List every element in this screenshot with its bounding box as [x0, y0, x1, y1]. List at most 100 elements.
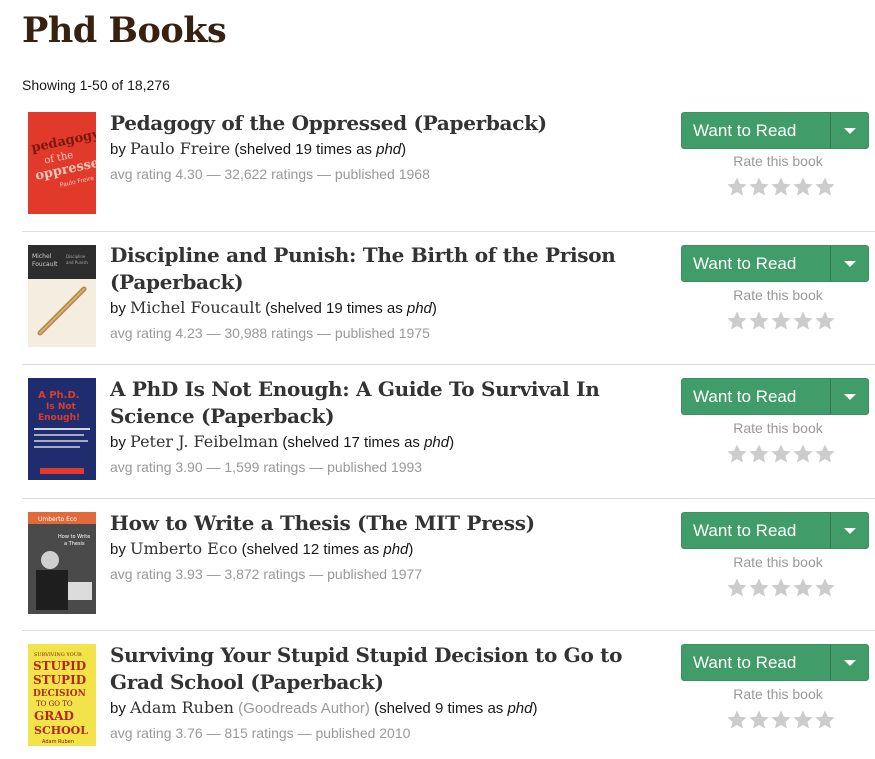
star-1-icon[interactable]	[726, 709, 748, 731]
shelved-end: )	[431, 300, 437, 317]
shelf-name: phd	[376, 141, 402, 158]
shelved-end: )	[408, 541, 414, 558]
shelf-dropdown-button[interactable]	[831, 246, 868, 281]
book-title-link[interactable]: A PhD Is Not Enough: A Guide To Survival…	[110, 376, 670, 430]
svg-text:TO GO TO: TO GO TO	[36, 700, 73, 708]
rating-meta: avg rating 3.76 — 815 ratings — publishe…	[110, 725, 411, 741]
rating-meta: avg rating 4.23 — 30,988 ratings — publi…	[110, 325, 430, 341]
svg-text:Enough!: Enough!	[38, 413, 80, 423]
author-link[interactable]: Umberto Eco	[130, 539, 237, 558]
want-to-read-button[interactable]: Want to Read	[681, 112, 869, 149]
book-cover[interactable]: Michel Foucault Discipline and Punish	[28, 245, 96, 347]
want-to-read-button[interactable]: Want to Read	[681, 644, 869, 681]
star-4-icon[interactable]	[792, 443, 814, 465]
by-label: by	[110, 434, 126, 451]
book-title-link[interactable]: How to Write a Thesis (The MIT Press)	[110, 510, 670, 537]
want-to-read-label[interactable]: Want to Read	[682, 246, 831, 281]
star-3-icon[interactable]	[770, 709, 792, 731]
star-4-icon[interactable]	[792, 577, 814, 599]
book-row: pedagogy of the oppressed Paulo Freire P…	[22, 110, 875, 232]
book-cover[interactable]: Umberto Eco How to Write a Thesis	[28, 512, 96, 614]
want-to-read-button[interactable]: Want to Read	[681, 512, 869, 549]
book-cover[interactable]: A Ph.D. Is Not Enough!	[28, 378, 96, 480]
star-5-icon[interactable]	[814, 443, 836, 465]
svg-text:a Thesis: a Thesis	[64, 541, 85, 547]
svg-text:STUPID: STUPID	[33, 659, 86, 673]
star-5-icon[interactable]	[814, 310, 836, 332]
star-2-icon[interactable]	[748, 310, 770, 332]
rate-this-book-label: Rate this book	[733, 153, 823, 169]
shelved-text: (shelved 19 times as	[234, 141, 377, 158]
svg-text:How to Write: How to Write	[58, 534, 90, 540]
shelf-name: phd	[406, 300, 432, 317]
shelved-text: (shelved 17 times as	[282, 434, 425, 451]
book-row: A Ph.D. Is Not Enough! A PhD Is Not Enou…	[22, 376, 875, 499]
want-to-read-label[interactable]: Want to Read	[682, 113, 831, 148]
star-rating[interactable]	[726, 443, 836, 465]
star-5-icon[interactable]	[814, 577, 836, 599]
star-2-icon[interactable]	[748, 443, 770, 465]
star-4-icon[interactable]	[792, 310, 814, 332]
want-to-read-button[interactable]: Want to Read	[681, 245, 869, 282]
star-rating[interactable]	[726, 577, 836, 599]
shelf-dropdown-button[interactable]	[831, 379, 868, 414]
rate-this-book-label: Rate this book	[733, 686, 823, 702]
star-1-icon[interactable]	[726, 176, 748, 198]
results-count: Showing 1-50 of 18,276	[22, 77, 170, 93]
svg-text:SURVIVING YOUR: SURVIVING YOUR	[34, 652, 82, 658]
star-3-icon[interactable]	[770, 577, 792, 599]
by-label: by	[110, 300, 126, 317]
star-1-icon[interactable]	[726, 310, 748, 332]
star-3-icon[interactable]	[770, 443, 792, 465]
star-rating[interactable]	[726, 709, 836, 731]
want-to-read-label[interactable]: Want to Read	[682, 645, 831, 680]
star-2-icon[interactable]	[748, 176, 770, 198]
star-3-icon[interactable]	[770, 310, 792, 332]
book-cover[interactable]: pedagogy of the oppressed Paulo Freire	[28, 112, 96, 214]
want-to-read-label[interactable]: Want to Read	[682, 379, 831, 414]
star-rating[interactable]	[726, 310, 836, 332]
rating-meta: avg rating 3.93 — 3,872 ratings — publis…	[110, 566, 423, 582]
author-link[interactable]: Peter J. Feibelman	[130, 432, 278, 451]
chevron-down-icon	[843, 393, 856, 400]
star-4-icon[interactable]	[792, 176, 814, 198]
book-cover[interactable]: SURVIVING YOUR STUPID STUPID DECISION TO…	[28, 644, 96, 746]
want-to-read-button[interactable]: Want to Read	[681, 378, 869, 415]
rate-this-book-label: Rate this book	[733, 420, 823, 436]
author-link[interactable]: Michel Foucault	[130, 298, 261, 317]
shelf-name: phd	[383, 541, 409, 558]
shelf-dropdown-button[interactable]	[831, 113, 868, 148]
author-line: by Umberto Eco (shelved 12 times as phd)	[110, 538, 670, 561]
svg-text:and Punish: and Punish	[66, 260, 88, 265]
svg-text:Michel: Michel	[32, 253, 52, 260]
svg-text:Foucault: Foucault	[32, 261, 58, 268]
star-2-icon[interactable]	[748, 577, 770, 599]
want-to-read-label[interactable]: Want to Read	[682, 513, 831, 548]
svg-text:Adam Ruben: Adam Ruben	[42, 739, 74, 745]
star-5-icon[interactable]	[814, 709, 836, 731]
shelved-text: (shelved 12 times as	[241, 541, 384, 558]
book-row: Umberto Eco How to Write a Thesis How to…	[22, 510, 875, 631]
author-link[interactable]: Paulo Freire	[130, 139, 230, 158]
shelf-dropdown-button[interactable]	[831, 513, 868, 548]
by-label: by	[110, 700, 126, 717]
book-title-link[interactable]: Surviving Your Stupid Stupid Decision to…	[110, 642, 670, 696]
by-label: by	[110, 541, 126, 558]
shelved-end: )	[401, 141, 407, 158]
book-title-link[interactable]: Discipline and Punish: The Birth of the …	[110, 242, 670, 296]
shelf-name: phd	[424, 434, 450, 451]
star-1-icon[interactable]	[726, 443, 748, 465]
svg-text:GRAD: GRAD	[34, 709, 74, 723]
author-link[interactable]: Adam Ruben	[130, 698, 234, 717]
star-5-icon[interactable]	[814, 176, 836, 198]
star-4-icon[interactable]	[792, 709, 814, 731]
svg-text:Discipline: Discipline	[66, 254, 86, 259]
svg-text:Umberto Eco: Umberto Eco	[38, 516, 77, 523]
star-rating[interactable]	[726, 176, 836, 198]
book-title-link[interactable]: Pedagogy of the Oppressed (Paperback)	[110, 110, 670, 137]
star-1-icon[interactable]	[726, 577, 748, 599]
shelf-dropdown-button[interactable]	[831, 645, 868, 680]
star-3-icon[interactable]	[770, 176, 792, 198]
rating-meta: avg rating 4.30 — 32,622 ratings — publi…	[110, 166, 430, 182]
star-2-icon[interactable]	[748, 709, 770, 731]
